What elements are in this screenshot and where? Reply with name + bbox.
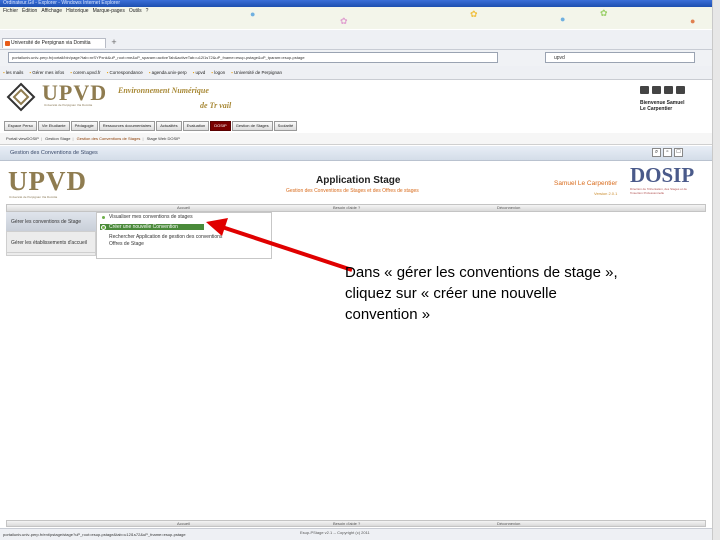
browser-tab-label: Université de Perpignan via Domitia [11,40,91,46]
breadcrumb-item[interactable]: Portail viewDOSIP [6,136,39,141]
portlet-header [0,146,712,161]
menu-outils[interactable]: Outils [129,8,142,14]
footer-aide[interactable]: Besoin d'aide ? [333,521,360,526]
easter-egg-decoration: ● [250,9,256,19]
app-title: Application Stage [316,175,401,186]
flower-decoration: ✿ [470,9,478,19]
add-icon [101,225,106,230]
home-icon[interactable] [640,86,649,94]
upvd-logo-mark-icon [6,82,36,112]
app-menu-bar: Accueil Besoin d'aide ? Déconnexion [6,204,706,212]
tab-evaluation[interactable]: Evaluation [182,121,210,131]
list-icon [101,215,106,220]
menu-marque-pages[interactable]: Marque-pages [93,8,125,14]
menu-edition[interactable]: Édition [22,8,37,14]
app-logo-subtitle: Université de Perpignan Via Domitia [9,195,58,199]
app-subtitle: Gestion des Conventions de Stages et des… [286,188,419,194]
footer-deconnexion[interactable]: Déconnexion [497,521,520,526]
menu-accueil[interactable]: Accueil [177,205,190,211]
ent-logo-subtitle: Université de Perpignan Via Domitia [44,103,93,107]
menu-items: Fichier Édition Affichage Historique Mar… [3,8,148,14]
app-version: Version 2.0.1 [594,191,618,196]
submenu-label: Créer une nouvelle Convention [109,224,178,230]
nav-gerer-conventions[interactable]: Gérer les conventions de Stage [6,212,96,232]
tab-espace-perso[interactable]: Espace Perso [4,121,37,131]
bookmark-item[interactable]: agenda.univ-perp [149,66,187,79]
tab-strip [0,30,712,50]
bookmark-item[interactable]: les mails [3,66,24,79]
submenu-label: Visualiser mes conventions de stages [109,214,193,220]
bookmark-item[interactable]: upvd [193,66,206,79]
user-name: Le Carpentier [640,106,673,112]
bookmarks-bar: les mails Gérer mes infos corem.upvd.fr … [0,66,712,80]
easter-egg-decoration: ● [560,14,566,24]
address-bar[interactable]: portailuniv.univ-perp.fr/portail/bin/pag… [8,52,498,63]
submenu-visualiser-conventions[interactable]: Visualiser mes conventions de stages [100,214,193,220]
breadcrumb-item[interactable]: Stage Web DOSIP [147,136,180,141]
window-title-bar: Ordinateur.Gil - Explorer - Windows Inte… [0,0,712,7]
flower-decoration: ✿ [340,16,348,26]
tab-dosip[interactable]: DOSIP [210,121,231,131]
annotation-callout: Dans « gérer les conventions de stage »,… [345,264,618,323]
logout-icon[interactable] [676,86,685,94]
ent-title: Environnement Numérique [118,86,209,95]
browser-tab[interactable]: Université de Perpignan via Domitia [2,38,106,48]
tab-ressources[interactable]: Ressources documentaires [98,121,156,131]
submenu-rechercher[interactable]: Rechercher Application de gestion des co… [100,234,222,240]
tab-actualites[interactable]: Actualités [156,121,182,131]
app-footer-menu: Accueil Besoin d'aide ? Déconnexion [6,520,706,527]
new-tab-button[interactable]: + [108,37,120,48]
dosip-logo-subtitle: Direction de l'Orientation, des Stages e… [630,187,687,195]
tab-scolarite[interactable]: Scolarité [273,121,298,131]
page-title: Gestion des Conventions de Stages [10,150,98,156]
breadcrumb: Portail viewDOSIP | Gestion Stage | Gestio… [0,133,712,145]
dosip-logo: DOSIP [630,163,695,187]
submenu-creer-convention[interactable]: Créer une nouvelle Convention [100,224,204,230]
ent-header-icons [640,86,685,94]
search-box[interactable]: upvd [545,52,695,63]
tab-pedagogie[interactable]: Pédagogie [70,121,98,131]
help-icon[interactable] [664,86,673,94]
easter-egg-decoration: ● [690,16,696,26]
favicon-icon [5,41,10,46]
menu-historique[interactable]: Historique [66,8,89,14]
nav-gerer-etablissements[interactable]: Gérer les établissements d'accueil [6,233,96,253]
flower-decoration: ✿ [600,8,608,18]
user-info: Bienvenue Samuel Le Carpentier [640,100,684,112]
restore-icon[interactable]: ▫ [663,148,672,157]
footer-accueil[interactable]: Accueil [177,521,190,526]
ent-nav-tabs: Espace Perso Vie Etudiante Pédagogie Res… [4,121,298,131]
submenu-offres[interactable]: Offres de Stage [100,241,144,247]
breadcrumb-item[interactable]: Gestion des Conventions de Stages [77,136,141,141]
menu-help[interactable]: ? [146,8,149,14]
bookmark-item[interactable]: Correspondance [107,66,142,79]
bookmark-item[interactable]: logon [211,66,225,79]
breadcrumb-item[interactable]: Gestion Stage [45,136,70,141]
portlet-controls: ⌕ ▫ □ [652,148,683,157]
menu-fichier[interactable]: Fichier [3,8,18,14]
bookmark-item[interactable]: Université de Perpignan [231,66,282,79]
maximize-icon[interactable]: □ [674,148,683,157]
vertical-scrollbar[interactable] [712,0,720,540]
app-logo: UPVD [8,166,87,196]
ent-title-line2: de Tr vail [200,101,232,110]
tab-gestion-stages[interactable]: Gestion de Stages [231,121,273,131]
zoom-icon[interactable]: ⌕ [652,148,661,157]
bookmark-item[interactable]: corem.upvd.fr [70,66,101,79]
bookmark-item[interactable]: Gérer mes infos [29,66,64,79]
app-user: Samuel Le Carpentier [554,180,618,187]
menu-deconnexion[interactable]: Déconnexion [497,205,520,211]
lock-icon[interactable] [652,86,661,94]
app-copyright: Esup-PStage v2.1 -- Copyright (c) 2011 [300,530,370,535]
menu-affichage[interactable]: Affichage [41,8,62,14]
tab-vie-etudiante[interactable]: Vie Etudiante [37,121,70,131]
menu-aide[interactable]: Besoin d'aide ? [333,205,360,211]
